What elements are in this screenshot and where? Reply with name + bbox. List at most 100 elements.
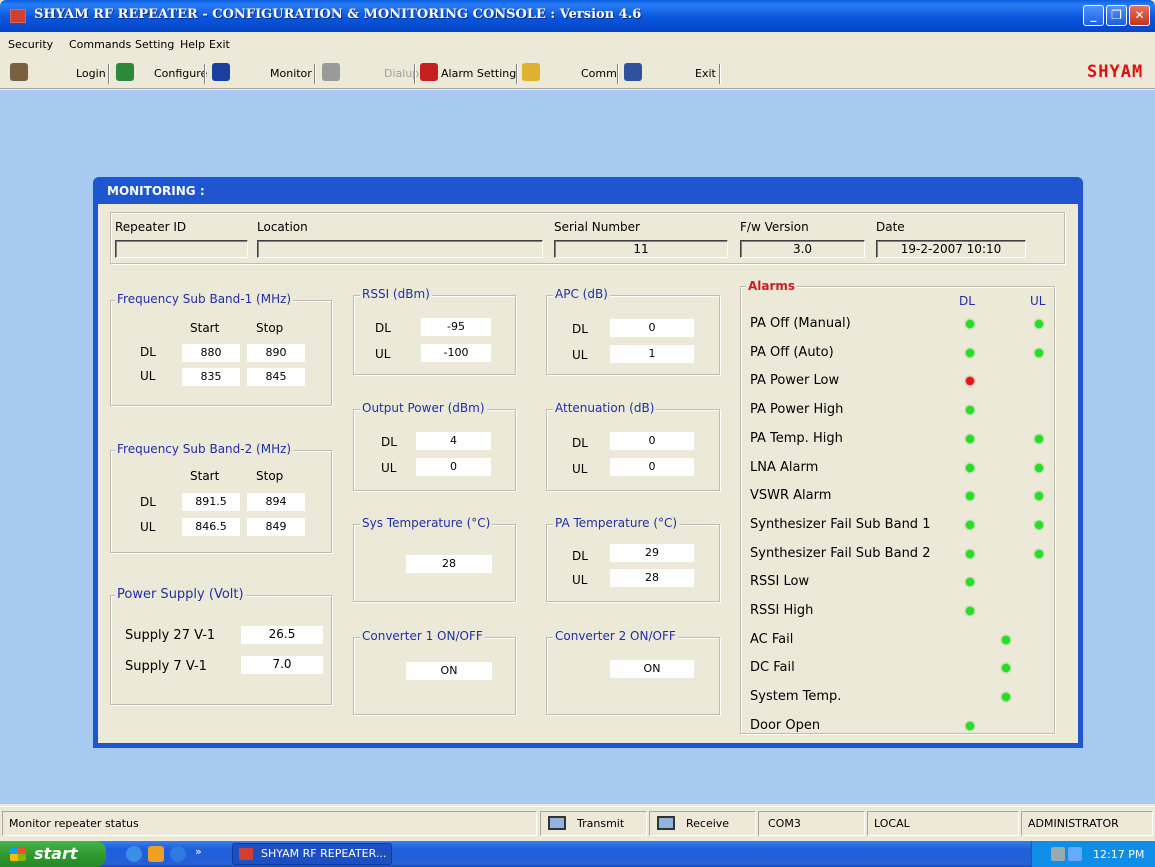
app-icon	[10, 9, 26, 23]
taskbar-app-button[interactable]: SHYAM RF REPEATER...	[232, 843, 392, 865]
apc-dl-value: 0	[610, 319, 694, 337]
alarm-label: PA Temp. High	[750, 430, 843, 446]
fw-version-field: 3.0	[740, 240, 865, 258]
configure-icon[interactable]	[212, 63, 230, 81]
converter-1-value: ON	[406, 662, 492, 680]
user-icon[interactable]	[10, 63, 28, 81]
quick-launch-chevron[interactable]: »	[195, 845, 202, 858]
menu-security[interactable]: Security	[8, 38, 53, 51]
ul-label: UL	[140, 520, 156, 534]
exit-icon[interactable]	[624, 63, 642, 81]
band1-dl-start: 880	[182, 344, 240, 362]
alarm-label: AC Fail	[750, 631, 794, 647]
network-icon[interactable]	[1051, 847, 1065, 861]
login-icon[interactable]	[116, 63, 134, 81]
alarm-label: PA Power High	[750, 402, 844, 418]
dl-label: DL	[572, 322, 588, 336]
dl-label: DL	[375, 321, 391, 335]
monitor-button[interactable]: Monitor	[270, 67, 312, 80]
menu-exit[interactable]: Exit	[209, 38, 230, 51]
title-bar: SHYAM RF REPEATER - CONFIGURATION & MONI…	[0, 0, 1155, 32]
sys-temperature-title: Sys Temperature (°C)	[360, 516, 493, 530]
band1-ul-start: 835	[182, 368, 240, 386]
band2-ul-start: 846.5	[182, 518, 240, 536]
apc-title: APC (dB)	[553, 287, 610, 301]
login-button[interactable]: Login	[76, 67, 106, 80]
window-title: SHYAM RF REPEATER - CONFIGURATION & MONI…	[34, 7, 642, 22]
alarms-title: Alarms	[746, 279, 798, 293]
menu-help[interactable]: Help	[180, 38, 205, 51]
start-label: Start	[190, 321, 220, 335]
status-led-dl-green	[966, 520, 974, 529]
band1-ul-stop: 845	[247, 368, 305, 386]
alarm-label: Synthesizer Fail Sub Band 1	[750, 516, 931, 532]
ie-icon[interactable]	[126, 846, 142, 862]
status-led-ul-green	[1035, 348, 1043, 357]
menu-commands[interactable]: Commands	[69, 38, 131, 51]
status-led-ul-green	[1035, 434, 1043, 443]
menu-setting[interactable]: Setting	[135, 38, 174, 51]
toolbar-separator	[719, 64, 721, 84]
clock: 12:17 PM	[1093, 848, 1145, 861]
band2-dl-stop: 894	[247, 493, 305, 511]
apc-ul-value: 1	[610, 345, 694, 363]
monitoring-window: MONITORING : Repeater ID Location Serial…	[93, 177, 1083, 748]
date-field: 19-2-2007 10:10	[876, 240, 1026, 258]
alarm-label: RSSI Low	[750, 574, 810, 590]
monitoring-body: Repeater ID Location Serial Number 11 F/…	[98, 204, 1078, 743]
phone-icon[interactable]	[322, 63, 340, 81]
repeater-id-field	[115, 240, 248, 258]
rssi-dl-value: -95	[421, 318, 491, 336]
menu-bar: Security Commands Setting Help Exit	[0, 33, 1155, 55]
attenuation-group	[546, 409, 720, 491]
pa-temperature-ul-value: 28	[610, 569, 694, 587]
browser-icon[interactable]	[170, 846, 186, 862]
comm-icon[interactable]	[522, 63, 540, 81]
close-button[interactable]: ✕	[1129, 5, 1150, 26]
pa-temperature-title: PA Temperature (°C)	[553, 516, 680, 530]
serial-number-label: Serial Number	[554, 220, 640, 234]
supply-27v-value: 26.5	[241, 626, 323, 644]
stop-label: Stop	[256, 321, 284, 335]
status-led-dl-green	[966, 463, 974, 472]
converter-2-title: Converter 2 ON/OFF	[553, 629, 678, 643]
comm-button[interactable]: Comm.	[581, 67, 620, 80]
status-led-ul-green	[1035, 463, 1043, 472]
alarm-label: VSWR Alarm	[750, 488, 832, 504]
band2-dl-start: 891.5	[182, 493, 240, 511]
taskbar: start » SHYAM RF REPEATER... 12:17 PM	[0, 841, 1155, 867]
status-led-dl-green	[966, 607, 974, 615]
sub-band-1-title: Frequency Sub Band-1 (MHz)	[115, 292, 294, 306]
dl-label: DL	[572, 549, 588, 563]
stop-label: Stop	[256, 469, 284, 483]
restore-button[interactable]: ❐	[1106, 5, 1127, 26]
exit-button[interactable]: Exit	[695, 67, 716, 80]
media-icon[interactable]	[148, 846, 164, 862]
toolbar-separator	[414, 64, 416, 84]
app-icon	[239, 848, 253, 860]
configure-button[interactable]: Configure	[154, 67, 207, 80]
alarm-icon[interactable]	[420, 63, 438, 81]
start-button[interactable]: start	[0, 841, 106, 867]
toolbar-separator	[617, 64, 619, 84]
alarm-setting-button[interactable]: Alarm Setting	[441, 67, 516, 80]
attenuation-dl-value: 0	[610, 432, 694, 450]
band1-dl-stop: 890	[247, 344, 305, 362]
location-field	[257, 240, 543, 258]
serial-number-field: 11	[554, 240, 728, 258]
ul-label: UL	[572, 462, 588, 476]
minimize-button[interactable]: _	[1083, 5, 1104, 26]
converter-1-title: Converter 1 ON/OFF	[360, 629, 485, 643]
alarms-dl-header: DL	[959, 294, 975, 308]
alarm-label: PA Power Low	[750, 373, 840, 389]
rssi-ul-value: -100	[421, 344, 491, 362]
status-led-ul-green	[1035, 520, 1043, 529]
taskbar-app-label: SHYAM RF REPEATER...	[261, 847, 387, 860]
alarm-label: DC Fail	[750, 660, 795, 676]
output-power-title: Output Power (dBm)	[360, 401, 487, 415]
status-led-ul-green	[1035, 320, 1043, 328]
band2-ul-stop: 849	[247, 518, 305, 536]
monitor-tray-icon[interactable]	[1068, 847, 1082, 861]
location-label: Location	[257, 220, 308, 234]
status-led-dl-green	[966, 320, 974, 328]
